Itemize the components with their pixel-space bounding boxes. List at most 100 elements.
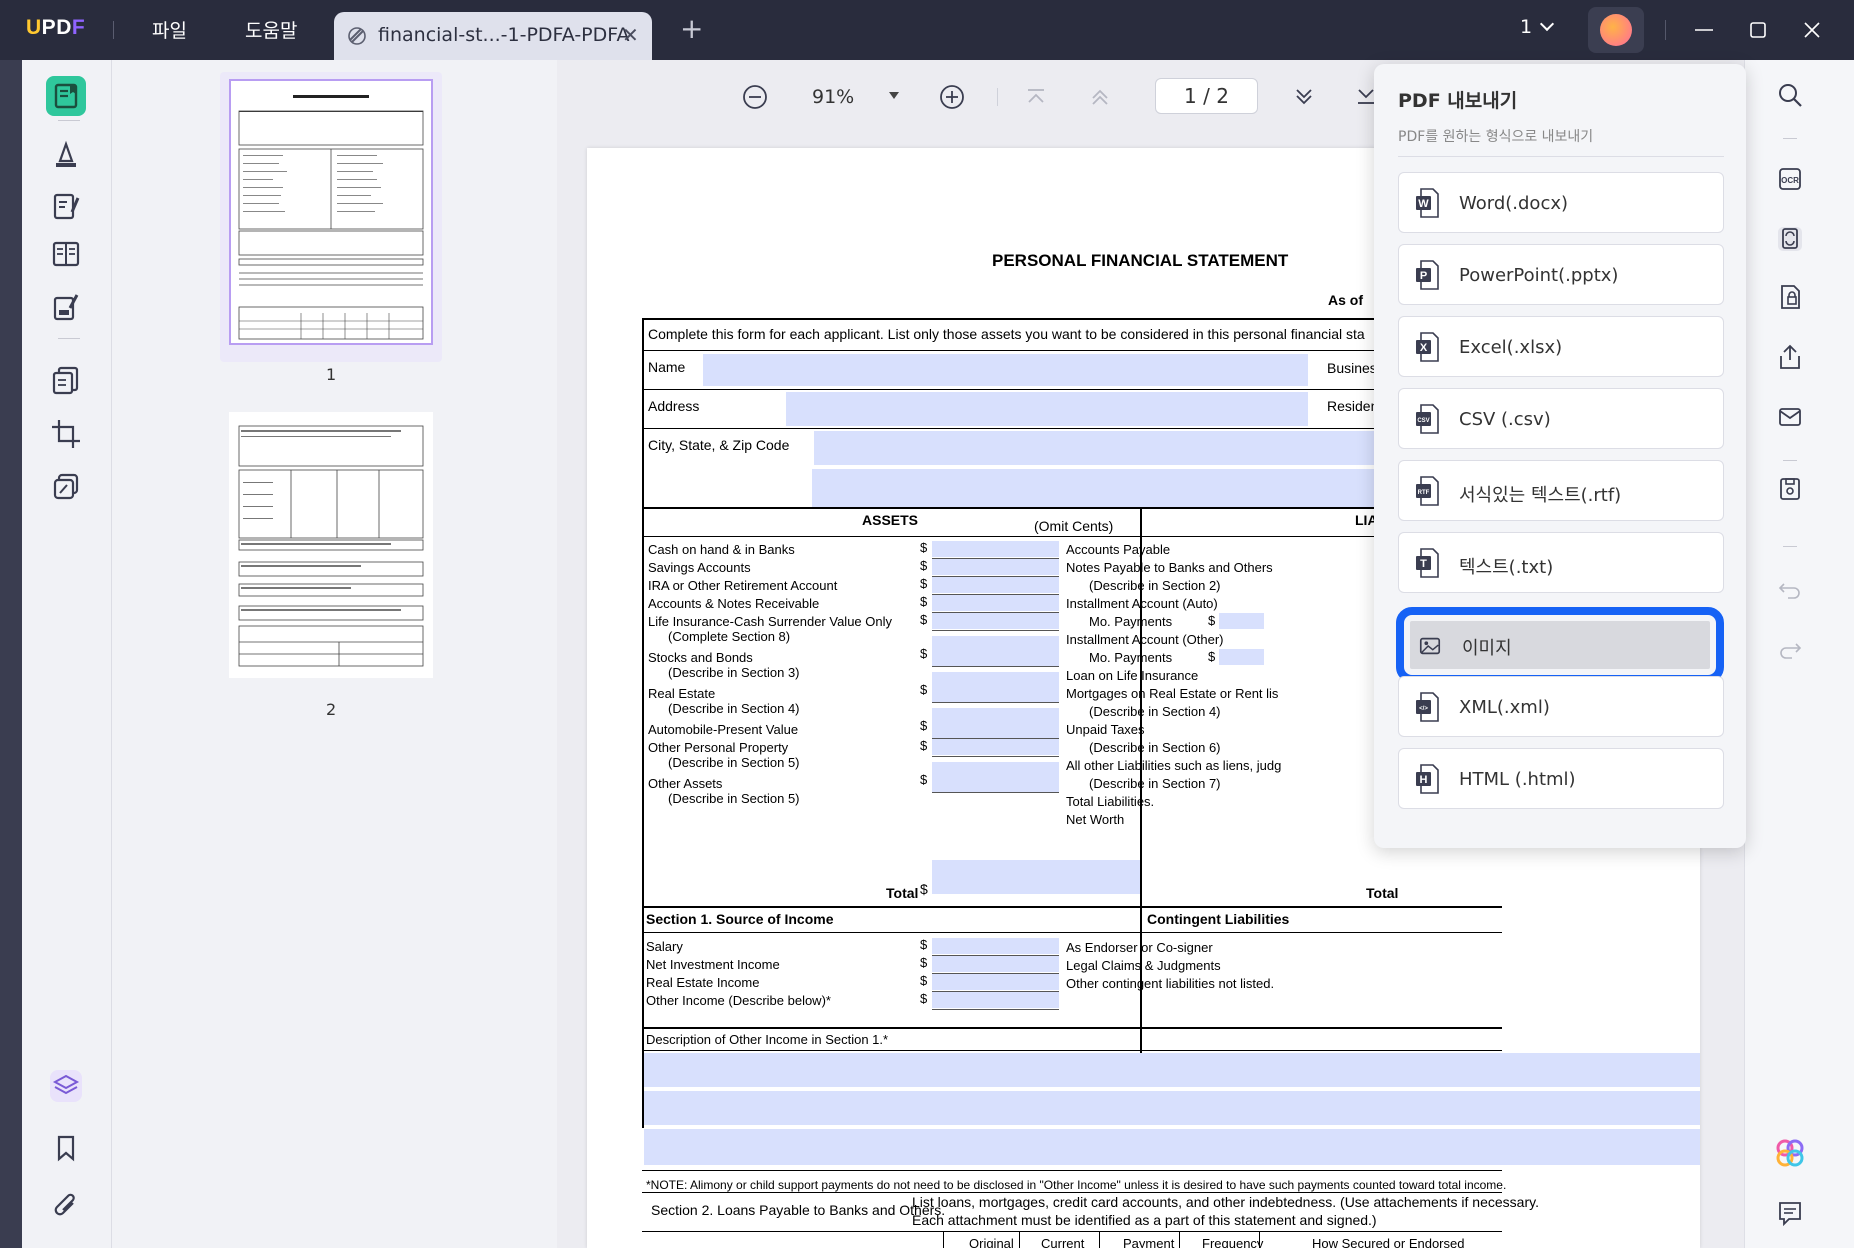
crop-icon xyxy=(52,420,80,448)
income-value-field[interactable] xyxy=(932,938,1059,954)
export-option-csv[interactable]: CSV CSV (.csv) xyxy=(1398,388,1724,449)
protect-document-icon[interactable] xyxy=(1775,282,1805,312)
rule xyxy=(642,507,1502,509)
export-option-image[interactable]: 이미지 xyxy=(1396,607,1724,683)
rule xyxy=(642,1192,1502,1193)
minimize-icon[interactable] xyxy=(1684,10,1724,50)
asset-value-field[interactable] xyxy=(932,559,1059,575)
asset-label: Automobile-Present Value xyxy=(648,722,799,737)
attachment-tool[interactable] xyxy=(46,1186,86,1226)
protect-tool[interactable] xyxy=(46,466,86,506)
next-page-icon[interactable] xyxy=(1291,84,1317,110)
asset-value-field[interactable] xyxy=(932,541,1059,557)
convert-icon[interactable] xyxy=(1775,224,1805,254)
export-option-powerpoint[interactable]: P PowerPoint(.pptx) xyxy=(1398,244,1724,305)
liability-label: Installment Account (Other) xyxy=(1066,632,1224,647)
undo-icon[interactable] xyxy=(1775,574,1805,604)
menu-help[interactable]: 도움말 xyxy=(245,16,297,43)
export-option-excel[interactable]: X Excel(.xlsx) xyxy=(1398,316,1724,377)
asset-label: Real Estate xyxy=(648,686,716,701)
ai-assistant-icon[interactable] xyxy=(1773,1136,1807,1170)
previous-page-icon[interactable] xyxy=(1087,84,1113,110)
asset-sublabel: (Complete Section 8) xyxy=(668,629,791,644)
close-window-icon[interactable] xyxy=(1792,10,1832,50)
page-number-input[interactable]: 1 / 2 xyxy=(1155,78,1258,114)
income-value-field[interactable] xyxy=(932,974,1059,990)
form-tool[interactable] xyxy=(46,286,86,326)
email-icon[interactable] xyxy=(1775,402,1805,432)
crop-tool[interactable] xyxy=(46,414,86,454)
first-page-icon[interactable] xyxy=(1023,84,1049,110)
svg-text:OCR: OCR xyxy=(1781,176,1799,185)
liability-label: Installment Account (Auto) xyxy=(1066,596,1218,611)
name-field[interactable] xyxy=(703,354,1308,386)
page-thumbnail-2[interactable] xyxy=(229,412,433,678)
mo-payment-auto-field[interactable] xyxy=(1219,613,1264,629)
zoom-out-icon[interactable] xyxy=(740,82,770,112)
reader-tool[interactable] xyxy=(46,76,86,116)
save-icon[interactable] xyxy=(1775,474,1805,504)
document-tab[interactable]: financial-st...-1-PDFA-PDFA ✕ xyxy=(334,12,652,60)
comment-list-icon[interactable] xyxy=(1775,1198,1805,1228)
highlighter-icon xyxy=(56,140,76,167)
menu-file[interactable]: 파일 xyxy=(152,16,187,43)
redo-icon[interactable] xyxy=(1775,634,1805,664)
organize-view-tool[interactable] xyxy=(46,234,86,274)
other-income-desc-line-2[interactable] xyxy=(644,1091,1700,1125)
rule xyxy=(642,1027,1502,1029)
comment-tool[interactable] xyxy=(46,134,86,174)
layers-tool[interactable] xyxy=(46,1066,86,1106)
rule xyxy=(1099,1232,1100,1248)
income-value-field[interactable] xyxy=(932,992,1059,1008)
income-label: Other Income (Describe below)* xyxy=(646,993,831,1008)
powerpoint-icon: P xyxy=(1416,260,1439,290)
asset-dollar: $ xyxy=(920,558,928,573)
svg-text:T: T xyxy=(1420,558,1427,570)
asset-label: Savings Accounts xyxy=(648,560,751,575)
thumbnail-1-preview xyxy=(238,95,424,340)
address-field[interactable] xyxy=(786,392,1308,426)
export-option-txt[interactable]: T 텍스트(.txt) xyxy=(1398,532,1724,593)
zoom-in-icon[interactable] xyxy=(937,82,967,112)
other-income-desc-line-3[interactable] xyxy=(644,1129,1700,1165)
assets-total-field[interactable] xyxy=(932,860,1140,894)
asset-underline xyxy=(932,666,1059,667)
export-option-label: XML(.xml) xyxy=(1459,697,1550,718)
export-option-label: CSV (.csv) xyxy=(1459,409,1551,430)
page-organize-tool[interactable] xyxy=(46,360,86,400)
export-option-rtf[interactable]: RTF 서식있는 텍스트(.rtf) xyxy=(1398,460,1724,521)
rule xyxy=(943,1232,944,1248)
share-icon[interactable] xyxy=(1775,342,1805,372)
zoom-level[interactable]: 91% xyxy=(812,86,854,108)
income-value-field[interactable] xyxy=(932,956,1059,972)
maximize-icon[interactable] xyxy=(1738,10,1778,50)
asset-value-field[interactable] xyxy=(932,595,1059,611)
zoom-dropdown-icon[interactable] xyxy=(887,90,901,102)
page-selector[interactable]: 1 xyxy=(1520,16,1555,38)
ocr-icon[interactable]: OCR xyxy=(1775,164,1805,194)
search-icon[interactable] xyxy=(1775,80,1805,110)
avatar[interactable] xyxy=(1588,7,1644,53)
asset-value-field[interactable] xyxy=(932,762,1059,792)
asset-value-field[interactable] xyxy=(932,636,1059,666)
export-option-xml[interactable]: </> XML(.xml) xyxy=(1398,676,1724,737)
mo-payment-other-field[interactable] xyxy=(1219,649,1264,665)
bookmark-tool[interactable] xyxy=(46,1128,86,1168)
asset-value-field[interactable] xyxy=(932,739,1059,755)
asset-value-field[interactable] xyxy=(932,708,1059,738)
new-tab-icon[interactable]: + xyxy=(680,12,703,45)
other-income-desc-line-1[interactable] xyxy=(644,1053,1700,1087)
export-option-html[interactable]: H HTML (.html) xyxy=(1398,748,1724,809)
asset-value-field[interactable] xyxy=(932,613,1059,629)
income-label: Real Estate Income xyxy=(646,975,760,990)
asset-value-field[interactable] xyxy=(932,672,1059,702)
col-frequency: Frequency xyxy=(1202,1236,1264,1248)
liability-label: Notes Payable to Banks and Others xyxy=(1066,560,1273,575)
window-separator xyxy=(1665,20,1666,40)
asset-value-field[interactable] xyxy=(932,577,1059,593)
close-tab-icon[interactable]: ✕ xyxy=(622,23,639,47)
export-option-word[interactable]: W Word(.docx) xyxy=(1398,172,1724,233)
edit-tool[interactable] xyxy=(46,186,86,226)
page-thumbnail-1[interactable] xyxy=(229,79,433,345)
rule xyxy=(642,350,1502,351)
